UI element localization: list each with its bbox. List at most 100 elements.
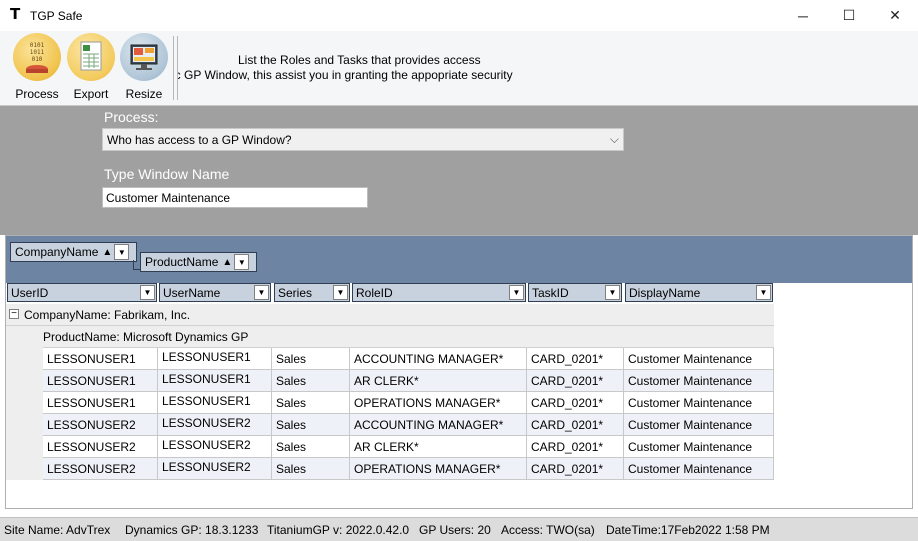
column-header-label: TaskID (532, 286, 569, 300)
column-header-series[interactable]: Series ▼ (274, 283, 350, 302)
collapse-icon[interactable]: − (9, 309, 19, 319)
resize-button[interactable]: Resize (118, 33, 170, 103)
cell-roleid[interactable]: AR CLERK* (350, 436, 527, 458)
status-gp-version: Dynamics GP: 18.3.1233 (125, 523, 259, 537)
cell-username[interactable]: LESSONUSER1 (158, 370, 272, 392)
criteria-panel: Process: Who has access to a GP Window? … (0, 106, 918, 235)
column-header-label: UserName (163, 286, 221, 300)
minimize-button[interactable]: ─ (780, 0, 826, 31)
cell-displayname[interactable]: Customer Maintenance (624, 370, 774, 392)
export-button[interactable]: Export (65, 33, 117, 103)
cell-series[interactable]: Sales (272, 370, 350, 392)
cell-displayname[interactable]: Customer Maintenance (624, 414, 774, 436)
cell-roleid[interactable]: OPERATIONS MANAGER* (350, 392, 527, 414)
cell-displayname[interactable]: Customer Maintenance (624, 348, 774, 370)
process-binary-icon: 0101 1011 010 (13, 33, 61, 81)
cell-userid[interactable]: LESSONUSER1 (43, 392, 158, 414)
group-indent (6, 326, 25, 480)
cell-roleid[interactable]: OPERATIONS MANAGER* (350, 458, 527, 480)
window-name-field-box (102, 187, 368, 208)
sort-ascending-icon: ▲ (222, 256, 233, 268)
chevron-down-icon: ⌵ (609, 132, 619, 146)
ribbon-toolbar: 0101 1011 010 Process Export Resize List… (0, 31, 918, 106)
group-by-panel: CompanyName ▲ ▼ ProductName ▲ ▼ (6, 236, 912, 283)
cell-taskid[interactable]: CARD_0201* (527, 392, 624, 414)
column-header-label: UserID (11, 286, 49, 300)
cell-userid[interactable]: LESSONUSER2 (43, 414, 158, 436)
window-name-label: Type Window Name (104, 166, 230, 182)
cell-userid[interactable]: LESSONUSER2 (43, 458, 158, 480)
cell-displayname[interactable]: Customer Maintenance (624, 458, 774, 480)
column-header-label: Series (278, 286, 313, 300)
svg-text:1011: 1011 (30, 49, 45, 56)
cell-taskid[interactable]: CARD_0201* (527, 348, 624, 370)
column-header-displayname[interactable]: DisplayName ▼ (625, 283, 773, 302)
group-row-product[interactable]: − ProductName: Microsoft Dynamics GP (25, 326, 774, 348)
title-bar: T TGP Safe ─ ☐ ✕ (0, 0, 918, 31)
cell-series[interactable]: Sales (272, 392, 350, 414)
svg-text:010: 010 (32, 56, 43, 63)
status-datetime: DateTime:17Feb2022 1:58 PM (606, 523, 770, 537)
cell-userid[interactable]: LESSONUSER2 (43, 436, 158, 458)
filter-dropdown-icon[interactable]: ▼ (333, 285, 348, 300)
description-line-2: ific GP Window, this assist you in grant… (178, 68, 513, 82)
cell-displayname[interactable]: Customer Maintenance (624, 436, 774, 458)
cell-roleid[interactable]: ACCOUNTING MANAGER* (350, 348, 527, 370)
filter-dropdown-icon[interactable]: ▼ (605, 285, 620, 300)
cell-roleid[interactable]: ACCOUNTING MANAGER* (350, 414, 527, 436)
group-row-company[interactable]: − CompanyName: Fabrikam, Inc. (6, 304, 774, 326)
process-select-value: Who has access to a GP Window? (107, 133, 292, 147)
status-bar: Site Name: AdvTrex Dynamics GP: 18.3.123… (0, 517, 918, 541)
maximize-button[interactable]: ☐ (826, 0, 872, 31)
cell-series[interactable]: Sales (272, 458, 350, 480)
cell-username[interactable]: LESSONUSER1 (158, 348, 272, 370)
group-chip-productname[interactable]: ProductName ▲ ▼ (140, 252, 257, 272)
description-line-1: List the Roles and Tasks that provides a… (238, 53, 481, 67)
cell-series[interactable]: Sales (272, 436, 350, 458)
column-header-label: DisplayName (629, 286, 701, 300)
cell-displayname[interactable]: Customer Maintenance (624, 392, 774, 414)
filter-dropdown-icon[interactable]: ▼ (756, 285, 771, 300)
cell-username[interactable]: LESSONUSER2 (158, 414, 272, 436)
cell-series[interactable]: Sales (272, 414, 350, 436)
cell-taskid[interactable]: CARD_0201* (527, 370, 624, 392)
status-gp-users: GP Users: 20 (419, 523, 491, 537)
process-field-label: Process: (104, 109, 159, 125)
monitor-resize-icon (120, 33, 168, 81)
process-button[interactable]: 0101 1011 010 Process (11, 33, 63, 103)
column-header-roleid[interactable]: RoleID ▼ (352, 283, 526, 302)
cell-taskid[interactable]: CARD_0201* (527, 436, 624, 458)
status-site: Site Name: AdvTrex (4, 523, 111, 537)
column-header-label: RoleID (356, 286, 393, 300)
cell-taskid[interactable]: CARD_0201* (527, 458, 624, 480)
ribbon-description: List the Roles and Tasks that provides a… (178, 53, 538, 83)
column-header-username[interactable]: UserName ▼ (159, 283, 271, 302)
close-icon: ✕ (889, 7, 901, 23)
close-button[interactable]: ✕ (872, 0, 918, 31)
filter-dropdown-icon[interactable]: ▼ (509, 285, 524, 300)
filter-dropdown-icon[interactable]: ▼ (234, 254, 250, 270)
filter-active-icon[interactable]: ▼ (140, 285, 155, 300)
cell-roleid[interactable]: AR CLERK* (350, 370, 527, 392)
cell-userid[interactable]: LESSONUSER1 (43, 348, 158, 370)
group-row-label: CompanyName: Fabrikam, Inc. (24, 308, 191, 322)
process-select[interactable]: Who has access to a GP Window? ⌵ (102, 128, 624, 151)
cell-series[interactable]: Sales (272, 348, 350, 370)
maximize-icon: ☐ (842, 7, 856, 23)
group-chip-companyname[interactable]: CompanyName ▲ ▼ (10, 242, 137, 262)
filter-dropdown-icon[interactable]: ▼ (114, 244, 130, 260)
cell-username[interactable]: LESSONUSER1 (158, 392, 272, 414)
filter-dropdown-icon[interactable]: ▼ (254, 285, 269, 300)
ribbon-separator (173, 36, 174, 100)
window-name-input[interactable] (103, 188, 367, 207)
results-grid: CompanyName ▲ ▼ ProductName ▲ ▼ UserID ▼… (5, 235, 913, 509)
cell-username[interactable]: LESSONUSER2 (158, 458, 272, 480)
sort-ascending-icon: ▲ (102, 246, 113, 258)
status-access: Access: TWO(sa) (501, 523, 595, 537)
column-header-taskid[interactable]: TaskID ▼ (528, 283, 622, 302)
cell-username[interactable]: LESSONUSER2 (158, 436, 272, 458)
group-chip-label: CompanyName (15, 245, 99, 259)
cell-taskid[interactable]: CARD_0201* (527, 414, 624, 436)
cell-userid[interactable]: LESSONUSER1 (43, 370, 158, 392)
column-header-userid[interactable]: UserID ▼ (7, 283, 157, 302)
